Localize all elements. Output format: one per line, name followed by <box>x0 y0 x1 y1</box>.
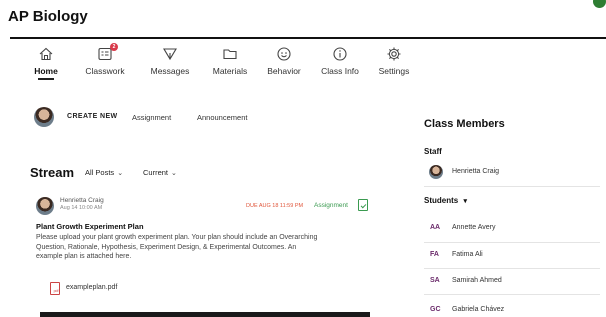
member-item[interactable]: GC Gabriela Chávez <box>424 303 604 317</box>
nav-item-settings[interactable]: Settings <box>362 46 426 86</box>
nav-label-settings: Settings <box>378 66 410 76</box>
post-author[interactable]: Henrietta Craig <box>60 197 104 204</box>
class-members-title: Class Members <box>424 118 505 130</box>
member-initials: FA <box>430 251 439 258</box>
nav-label-home: Home <box>34 66 58 76</box>
post-body: Please upload your plant growth experime… <box>36 234 318 260</box>
home-icon <box>39 47 53 61</box>
divider <box>424 268 600 269</box>
member-initials: GC <box>430 306 441 313</box>
nav-label-classwork: Classwork <box>85 66 125 76</box>
member-initials: AA <box>430 224 441 231</box>
gear-icon <box>387 47 401 61</box>
avatar <box>429 165 443 179</box>
divider <box>424 294 600 295</box>
create-assignment-link[interactable]: Assignment <box>132 113 171 122</box>
member-item[interactable]: Henrietta Craig <box>424 165 604 181</box>
pdf-file-icon <box>50 282 61 295</box>
send-icon <box>163 48 177 61</box>
stream-title: Stream <box>30 165 75 180</box>
create-new-bar: CREATE NEW Assignment Announcement <box>34 107 247 131</box>
post-timestamp: Aug 14 10:00 AM <box>60 205 103 211</box>
chevron-down-icon: ⌄ <box>117 170 124 177</box>
nav-item-messages[interactable]: Messages <box>138 46 202 86</box>
member-item[interactable]: SA Samirah Ahmed <box>424 274 604 290</box>
create-announcement-link[interactable]: Announcement <box>197 113 247 122</box>
page-title: AP Biology <box>8 8 88 25</box>
member-name: Annette Avery <box>452 224 496 231</box>
nav-item-behavior[interactable]: Behavior <box>252 46 316 86</box>
folder-icon <box>223 49 237 60</box>
info-icon <box>333 47 347 61</box>
nav-item-classwork[interactable]: 2 Classwork <box>73 43 137 86</box>
all-posts-filter[interactable]: All Posts ⌄ <box>85 168 123 177</box>
attachment-name: exampleplan.pdf <box>66 284 118 291</box>
member-item[interactable]: FA Fatima Ali <box>424 248 604 264</box>
chevron-down-icon: ⌄ <box>171 170 177 177</box>
chevron-down-icon: ▾ <box>463 198 467 205</box>
avatar <box>34 107 54 127</box>
media-preview[interactable] <box>40 312 370 317</box>
staff-heading: Staff <box>424 147 442 156</box>
students-heading[interactable]: Students ▾ <box>424 196 467 205</box>
all-posts-label: All Posts <box>85 168 115 177</box>
smiley-icon <box>277 47 291 61</box>
nav-label-messages: Messages <box>150 66 190 76</box>
member-name: Henrietta Craig <box>452 168 500 175</box>
nav-item-home[interactable]: Home <box>14 46 78 86</box>
current-label: Current <box>143 168 169 177</box>
assignment-check-icon[interactable] <box>358 199 368 211</box>
divider <box>424 242 600 243</box>
divider <box>424 186 600 187</box>
member-initials: SA <box>430 277 440 284</box>
students-label: Students <box>424 196 459 205</box>
post-type-tag: Assignment <box>314 202 348 209</box>
due-date: DUE AUG 18 11:59 PM <box>246 203 304 209</box>
create-new-label: CREATE NEW <box>67 113 118 120</box>
class-members-panel: Class Members Staff Henrietta Craig Stud… <box>424 0 606 317</box>
member-name: Gabriela Chávez <box>452 306 505 313</box>
member-name: Fatima Ali <box>452 251 483 258</box>
active-tab-indicator <box>38 78 54 80</box>
avatar <box>36 197 54 215</box>
notification-badge: 2 <box>110 43 118 51</box>
current-filter[interactable]: Current ⌄ <box>143 168 177 177</box>
post-title[interactable]: Plant Growth Experiment Plan <box>36 222 144 231</box>
nav-label-behavior: Behavior <box>267 66 301 76</box>
member-name: Samirah Ahmed <box>452 277 502 284</box>
member-item[interactable]: AA Annette Avery <box>424 221 604 237</box>
